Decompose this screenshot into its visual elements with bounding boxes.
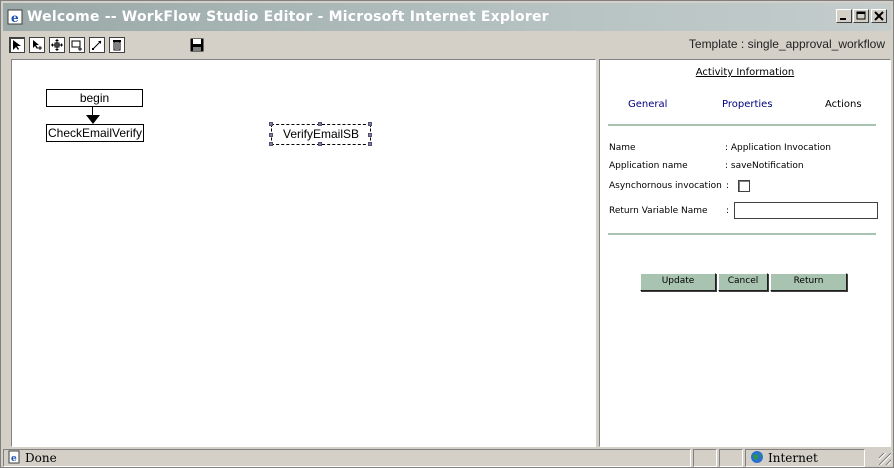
resize-handle[interactable]	[318, 142, 322, 146]
title-bar[interactable]: e Welcome -- WorkFlow Studio Editor - Mi…	[3, 3, 891, 31]
add-node-icon[interactable]	[29, 37, 45, 53]
tab-general[interactable]: General	[628, 99, 667, 110]
add-box-icon[interactable]	[69, 37, 85, 53]
node-begin[interactable]: begin	[46, 89, 143, 107]
resize-handle[interactable]	[269, 133, 273, 137]
status-panel	[693, 449, 717, 467]
delete-icon[interactable]	[109, 37, 125, 53]
editor-toolbar: Template : single_approval_workflow	[9, 34, 889, 56]
return-variable-label: Return Variable Name	[609, 206, 708, 216]
maximize-button[interactable]	[853, 9, 869, 23]
panel-heading[interactable]: Activity Information	[600, 67, 890, 78]
status-text: Done	[25, 451, 57, 465]
application-name-row: Application name : saveNotification	[609, 161, 804, 171]
connect-icon[interactable]	[89, 37, 105, 53]
cancel-button[interactable]: Cancel	[718, 273, 768, 291]
ie-icon: e	[7, 9, 23, 25]
resize-handle[interactable]	[318, 122, 322, 126]
resize-grip[interactable]	[879, 453, 891, 465]
application-name-label: Application name	[609, 161, 688, 171]
name-label: Name	[609, 143, 636, 153]
update-button[interactable]: Update	[640, 273, 716, 291]
resize-handle[interactable]	[368, 142, 372, 146]
resize-handle[interactable]	[368, 122, 372, 126]
async-invocation-label: Asynchornous invocation	[609, 181, 722, 191]
name-value: : Application Invocation	[725, 143, 831, 153]
divider	[608, 124, 876, 126]
move-icon[interactable]	[49, 37, 65, 53]
select-arrow-icon[interactable]	[9, 37, 25, 53]
flow-arrow-head	[86, 115, 100, 124]
resize-handle[interactable]	[368, 133, 372, 137]
window-title: Welcome -- WorkFlow Studio Editor - Micr…	[27, 9, 549, 25]
template-label: Template : single_approval_workflow	[688, 37, 885, 51]
async-invocation-row: Asynchornous invocation	[609, 181, 722, 191]
node-check-email-verify[interactable]: CheckEmailVerify	[46, 124, 144, 142]
async-colon: :	[726, 181, 730, 191]
svg-text:e: e	[11, 454, 17, 464]
page-icon: e	[4, 450, 21, 467]
divider	[608, 233, 876, 235]
workflow-canvas[interactable]: begin CheckEmailVerify VerifyEmailSB	[11, 59, 596, 447]
resize-handle[interactable]	[269, 122, 273, 126]
name-row: Name : Application Invocation	[609, 143, 831, 153]
resize-handle[interactable]	[269, 142, 273, 146]
globe-icon	[746, 450, 764, 467]
status-bar: e Done Internet	[3, 449, 893, 467]
return-variable-input[interactable]	[734, 202, 878, 219]
close-button[interactable]	[871, 9, 887, 23]
activity-panel: Activity Information General Properties …	[599, 59, 891, 447]
security-zone: Internet	[745, 449, 865, 467]
async-invocation-checkbox[interactable]	[738, 180, 750, 192]
save-icon[interactable]	[189, 37, 205, 53]
application-name-value: : saveNotification	[725, 161, 804, 171]
tab-properties[interactable]: Properties	[722, 99, 773, 110]
return-variable-row: Return Variable Name	[609, 206, 708, 216]
browser-window: e Welcome -- WorkFlow Studio Editor - Mi…	[0, 0, 894, 468]
minimize-button[interactable]	[836, 9, 852, 23]
return-colon: :	[726, 206, 730, 216]
zone-text: Internet	[768, 451, 818, 465]
return-button[interactable]: Return	[770, 273, 847, 291]
tab-actions[interactable]: Actions	[825, 99, 862, 110]
status-main: e Done	[3, 449, 691, 467]
svg-text:e: e	[11, 11, 19, 25]
status-panel	[719, 449, 743, 467]
